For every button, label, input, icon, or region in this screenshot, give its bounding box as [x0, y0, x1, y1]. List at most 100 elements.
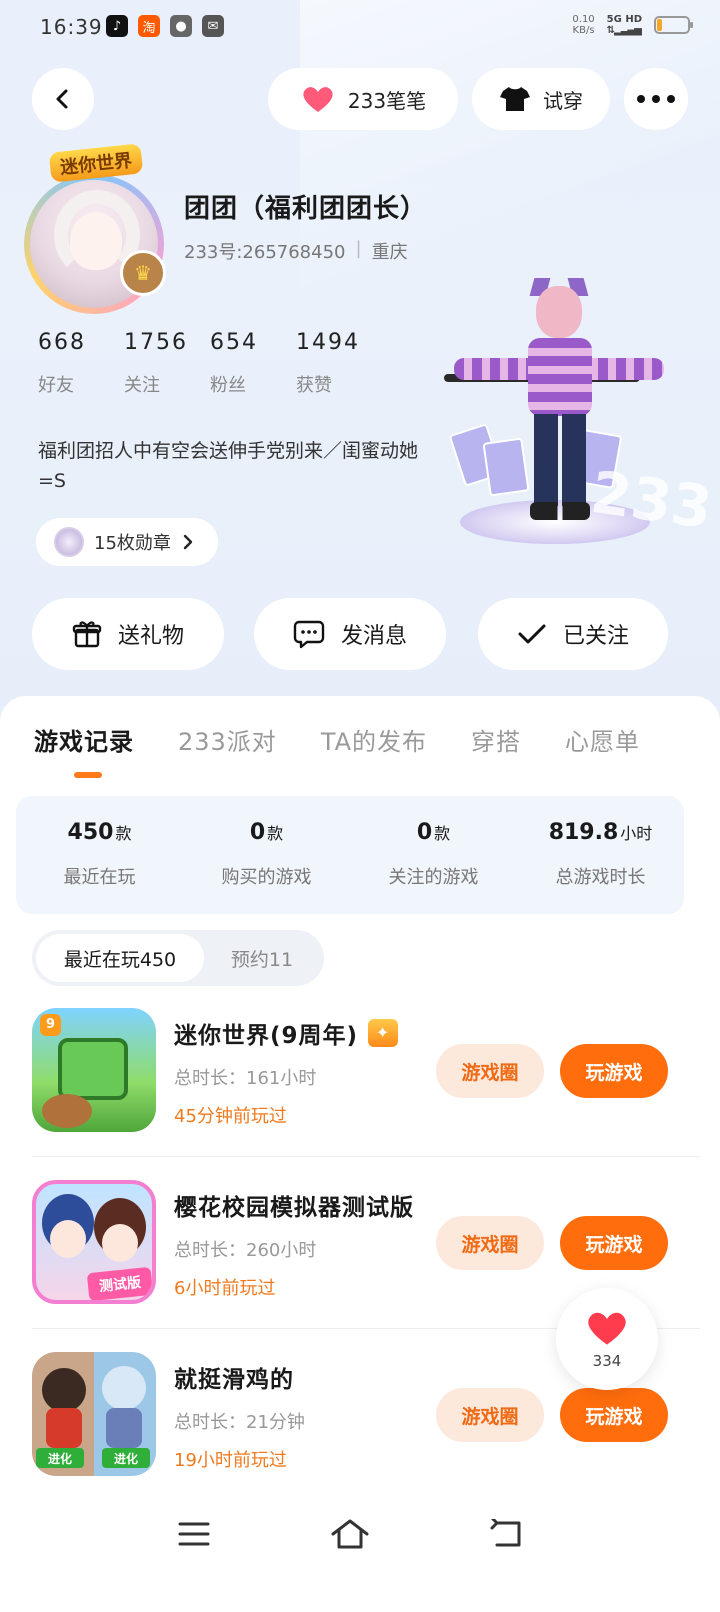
evolve-tag-left: 进化	[36, 1448, 84, 1468]
heart-icon	[303, 87, 333, 112]
like-floating-button[interactable]: 334	[556, 1288, 658, 1390]
tab-game-records[interactable]: 游戏记录	[34, 722, 134, 757]
mini-world-character	[58, 1038, 128, 1100]
game-icon-huajiji[interactable]: 进化 进化	[32, 1352, 156, 1476]
game-last-played: 6小时前玩过	[174, 1278, 276, 1299]
game-circle-button[interactable]: 游戏圈	[436, 1388, 544, 1442]
character-right-head	[102, 1366, 146, 1410]
profile-uid: 233号:265768450	[184, 242, 346, 263]
home-nav-button[interactable]	[320, 1510, 380, 1558]
chevron-right-icon	[183, 534, 193, 550]
tab-wishlist[interactable]: 心愿单	[565, 722, 640, 757]
game-circle-button[interactable]: 游戏圈	[436, 1044, 544, 1098]
crown-icon: ♛	[120, 250, 166, 296]
profile-tabs: 游戏记录 233派对 TA的发布 穿搭 心愿单	[34, 722, 684, 757]
list-item[interactable]: 9 迷你世界(9周年) ✦ 总时长：161小时 45分钟前玩过 游戏圈 玩游戏	[32, 1008, 700, 1138]
summary-label: 关注的游戏	[388, 867, 479, 888]
chevron-left-icon	[56, 89, 68, 109]
badges-button[interactable]: 15枚勋章	[36, 518, 218, 566]
game-list-segment: 最近在玩450 预约11	[32, 930, 324, 986]
stat-following[interactable]: 1756 关注	[124, 330, 210, 397]
profile-id-line: 233号:265768450 | 重庆	[184, 238, 408, 264]
summary-purchased: 0款 购买的游戏	[183, 796, 350, 914]
summary-number: 450	[67, 820, 114, 845]
heart-icon	[588, 1312, 626, 1345]
stat-label: 粉丝	[210, 375, 246, 396]
game-last-played: 19小时前玩过	[174, 1450, 287, 1471]
tiktok-icon: ♪	[106, 15, 128, 37]
medal-icon	[54, 527, 84, 557]
back-button[interactable]	[32, 68, 94, 130]
profile-location: 重庆	[371, 242, 408, 263]
battery-icon	[654, 16, 693, 34]
friends-pill-label: 233笔笔	[347, 88, 427, 113]
try-on-label: 试穿	[543, 88, 583, 113]
character-left-head	[42, 1368, 86, 1412]
segment-recent[interactable]: 最近在玩450	[36, 934, 204, 982]
status-app-icons: ♪ 淘 ● ✉	[106, 15, 224, 37]
home-icon	[331, 1519, 369, 1549]
game-title: 就挺滑鸡的	[174, 1367, 294, 1393]
summary-value: 0款	[183, 820, 350, 845]
profile-stats: 668 好友 1756 关注 654 粉丝 1494 获赞	[38, 330, 382, 397]
send-message-button[interactable]: 发消息	[254, 598, 446, 670]
stat-friends[interactable]: 668 好友	[38, 330, 124, 397]
segment-reserved[interactable]: 预约11	[204, 934, 320, 982]
summary-unit: 款	[267, 824, 284, 843]
test-version-tag: 测试版	[86, 1266, 152, 1300]
play-game-button[interactable]: 玩游戏	[560, 1044, 668, 1098]
signal-indicator: 5G HD ⇅▂▃▄▅	[607, 14, 642, 36]
character-torso	[528, 338, 592, 416]
capybara-figure	[42, 1094, 92, 1128]
more-options-button[interactable]	[624, 68, 688, 130]
chat-bubble-icon	[293, 620, 325, 649]
game-icon-mini-world[interactable]: 9	[32, 1008, 156, 1132]
separator: |	[355, 238, 362, 259]
back-nav-button[interactable]	[476, 1510, 536, 1558]
badges-label: 15枚勋章	[94, 533, 171, 554]
send-gift-label: 送礼物	[117, 624, 184, 649]
gift-icon	[72, 621, 102, 648]
back-arrow-icon	[490, 1519, 521, 1547]
play-game-button[interactable]: 玩游戏	[560, 1388, 668, 1442]
menu-icon	[178, 1522, 210, 1546]
stat-fans[interactable]: 654 粉丝	[210, 330, 296, 397]
summary-value: 450 款	[16, 820, 183, 845]
character-face	[102, 1224, 138, 1262]
character-legs	[534, 414, 586, 506]
character-shoes	[530, 502, 590, 520]
evolve-tag-right: 进化	[102, 1448, 150, 1468]
tab-233-party[interactable]: 233派对	[178, 722, 277, 757]
character-left-body	[46, 1408, 82, 1448]
game-duration: 总时长：260小时	[174, 1240, 317, 1261]
summary-value: 0款	[350, 820, 517, 845]
summary-total-time: 819.8 小时 总游戏时长	[517, 796, 684, 914]
followed-button[interactable]: 已关注	[478, 598, 668, 670]
menu-nav-button[interactable]	[164, 1510, 224, 1558]
game-title: 迷你世界(9周年)	[174, 1023, 359, 1049]
game-duration: 总时长：161小时	[174, 1068, 317, 1089]
stat-value: 1494	[296, 330, 360, 355]
divider	[32, 1156, 700, 1157]
game-title: 樱花校园模拟器测试版	[174, 1195, 414, 1221]
game-circle-button[interactable]: 游戏圈	[436, 1216, 544, 1270]
summary-unit: 小时	[620, 824, 653, 843]
profile-nickname: 团团（福利团团长）	[184, 194, 428, 224]
send-gift-button[interactable]: 送礼物	[32, 598, 224, 670]
stat-likes: 1494 获赞	[296, 330, 382, 397]
stat-label: 获赞	[296, 375, 332, 396]
stat-label: 好友	[38, 375, 74, 396]
gift-badge-icon: ✦	[368, 1019, 399, 1047]
more-dots-icon	[637, 95, 675, 103]
try-on-button[interactable]: 试穿	[472, 68, 610, 130]
friends-pill-button[interactable]: 233笔笔	[268, 68, 458, 130]
game-duration: 总时长：21分钟	[174, 1412, 305, 1433]
status-bar: 16:39 ♪ 淘 ● ✉ 0.10 KB/s 5G HD ⇅▂▃▄▅	[0, 0, 720, 56]
play-game-button[interactable]: 玩游戏	[560, 1216, 668, 1270]
summary-value: 819.8 小时	[517, 820, 684, 845]
tab-posts[interactable]: TA的发布	[321, 722, 427, 757]
summary-number: 819.8	[548, 820, 619, 845]
tshirt-icon	[500, 87, 530, 111]
tab-outfits[interactable]: 穿搭	[471, 722, 521, 757]
game-icon-sakura-school[interactable]: 测试版	[32, 1180, 156, 1304]
